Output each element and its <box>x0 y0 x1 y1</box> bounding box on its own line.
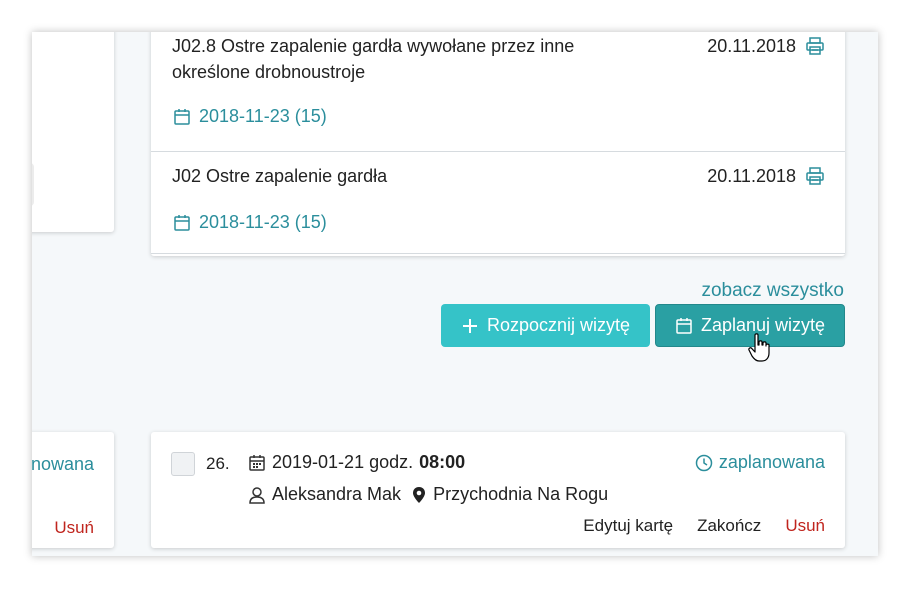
visit-actions: Edytuj kartę Zakończ Usuń <box>583 516 825 536</box>
left-visit-card: nowana Usuń <box>32 432 114 548</box>
calendar-icon <box>249 454 265 471</box>
visit-card: 26. 2019-01-21 godz. 08:00 Aleksandra Ma <box>151 432 845 548</box>
delete-visit-link[interactable]: Usuń <box>785 516 825 536</box>
visit-status: zaplanowana <box>695 452 825 473</box>
diagnosis-name: J02.8 Ostre zapalenie gardła wywołane pr… <box>172 36 575 82</box>
patient-name: Aleksandra Mak <box>272 484 402 504</box>
diagnosis-date: 20.11.2018 <box>707 36 796 56</box>
start-visit-label: Rozpocznij wizytę <box>486 315 631 335</box>
printer-icon[interactable] <box>805 36 825 56</box>
visit-details: Aleksandra Mak Przychodnia Na Rogu <box>248 484 608 505</box>
visit-time: 08:00 <box>419 452 466 472</box>
see-all-link[interactable]: zobacz wszystko <box>701 280 844 302</box>
plus-icon <box>462 318 477 333</box>
edit-card-link[interactable]: Edytuj kartę <box>583 516 673 536</box>
visit-datetime: 2019-01-21 godz. 08:00 <box>248 452 465 473</box>
calendar-icon <box>174 214 190 231</box>
calendar-icon <box>676 317 692 334</box>
map-pin-icon <box>413 486 426 503</box>
diagnosis-row: J02.8 Ostre zapalenie gardła wywołane pr… <box>151 32 845 152</box>
diagnosis-link-label[interactable]: 2018-11-23 (15) <box>199 106 327 127</box>
diagnosis-followup-link[interactable]: 2018-11-23 (15) <box>173 212 327 233</box>
visit-date: 2019-01-21 godz. <box>272 452 414 472</box>
diagnosis-row: J02 Ostre zapalenie gardła 20.11.2018 20… <box>151 153 845 254</box>
diagnosis-link-label[interactable]: 2018-11-23 (15) <box>199 212 327 233</box>
delete-visit-link[interactable]: Usuń <box>54 518 94 538</box>
left-card-top: ywiad <box>32 32 114 232</box>
app-window: ywiad J02.8 Ostre zapalenie gardła wywoł… <box>32 32 878 556</box>
start-visit-button[interactable]: Rozpocznij wizytę <box>441 304 650 347</box>
diagnosis-date: 20.11.2018 <box>707 166 796 186</box>
user-icon <box>249 486 265 504</box>
diagnosis-name: J02 Ostre zapalenie gardła <box>172 166 388 186</box>
visit-number: 26. <box>206 454 230 473</box>
diagnoses-card: J02.8 Ostre zapalenie gardła wywołane pr… <box>151 32 845 256</box>
clinic-name: Przychodnia Na Rogu <box>433 484 609 504</box>
hand-pointer-icon <box>748 333 770 362</box>
diagnosis-followup-link[interactable]: 2018-11-23 (15) <box>173 106 327 127</box>
visit-status-text: nowana <box>32 454 94 474</box>
printer-icon[interactable] <box>805 166 825 186</box>
visit-checkbox[interactable] <box>171 452 195 476</box>
calendar-icon <box>174 108 190 125</box>
finish-visit-link[interactable]: Zakończ <box>697 516 761 536</box>
visit-status-label: zaplanowana <box>718 452 825 472</box>
interview-button[interactable]: ywiad <box>32 163 34 206</box>
clock-icon <box>695 454 713 471</box>
